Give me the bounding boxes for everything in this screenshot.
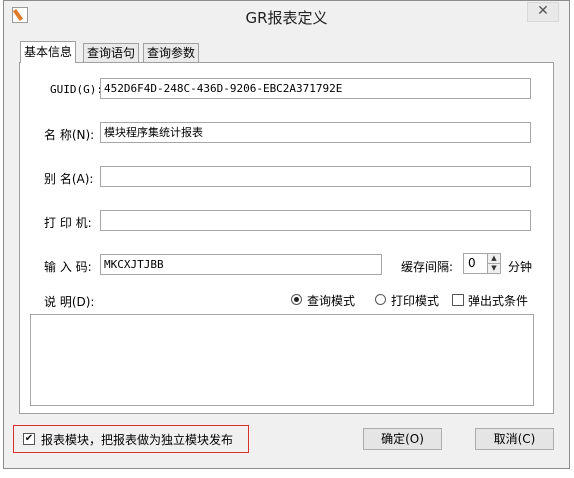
window-title: GR报表定义 [245,9,328,27]
title-bar[interactable]: GR报表定义 ✕ [4,1,569,31]
popup-condition-checkbox[interactable] [452,294,464,306]
print-mode-label[interactable]: 打印模式 [391,292,439,309]
name-field[interactable]: 模块程序集统计报表 [100,122,531,143]
report-module-label[interactable]: 报表模块，把报表做为独立模块发布 [41,431,233,448]
tab-query-params[interactable]: 查询参数 [143,43,200,62]
guid-field[interactable]: 452D6F4D-248C-436D-9206-EBC2A371792E [100,78,531,99]
input-code-field[interactable]: MKCXJTJBB [100,254,382,275]
basic-info-panel: GUID(G): 452D6F4D-248C-436D-9206-EBC2A37… [19,62,554,414]
name-label: 名 称(N): [44,128,95,142]
spin-down-icon[interactable]: ▼ [487,264,500,273]
alias-field[interactable] [100,166,531,187]
cache-interval-stepper[interactable]: 0 ▲ ▼ [463,253,501,274]
query-mode-label[interactable]: 查询模式 [307,292,355,309]
report-definition-dialog: GR报表定义 ✕ 基本信息 查询语句 查询参数 GUID(G): 452D6F4… [3,0,570,469]
cache-unit-label: 分钟 [508,260,533,274]
guid-label: GUID(G): [50,83,103,96]
tab-query-statement[interactable]: 查询语句 [83,43,140,62]
tab-basic-info[interactable]: 基本信息 [20,41,77,63]
description-textarea[interactable] [30,314,534,406]
printer-label: 打 印 机: [44,216,92,230]
close-button[interactable]: ✕ [527,2,559,22]
printer-field[interactable] [100,210,531,231]
cache-interval-label: 缓存间隔: [401,260,454,274]
report-module-checkbox[interactable]: ✔ [23,433,35,445]
query-mode-radio[interactable] [291,294,302,305]
cache-interval-value: 0 [468,256,476,270]
alias-label: 别 名(A): [44,172,94,186]
print-mode-radio[interactable] [375,294,386,305]
description-label: 说 明(D): [44,295,95,309]
spin-up-icon[interactable]: ▲ [487,254,500,264]
input-code-label: 输 入 码: [44,260,92,274]
popup-condition-label[interactable]: 弹出式条件 [468,292,528,309]
cancel-button[interactable]: 取消(C) [475,428,554,450]
ok-button[interactable]: 确定(O) [363,428,442,450]
